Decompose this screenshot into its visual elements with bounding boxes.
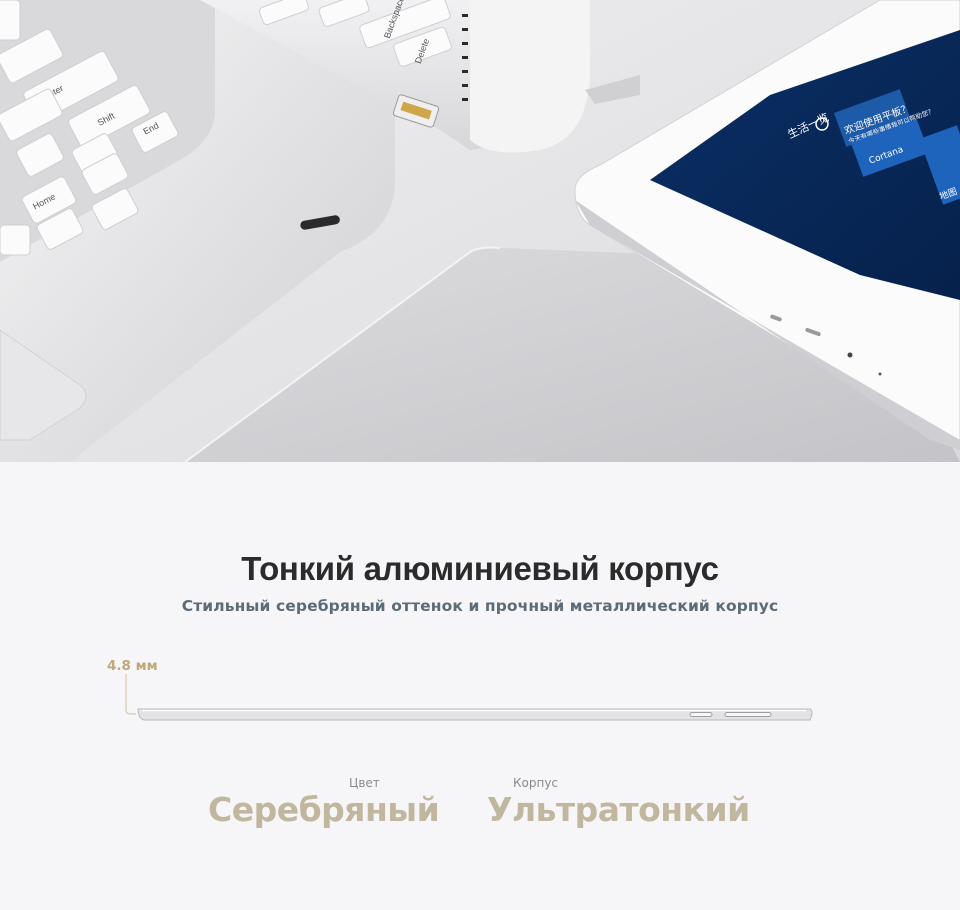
hero-illustration: Enter Shift End Home Backspace Delete 生活… xyxy=(0,0,960,462)
spec-color-label: Цвет xyxy=(349,776,380,790)
thickness-bracket xyxy=(125,674,136,715)
spec-body-value: Ультратонкий xyxy=(487,790,750,829)
feature-subtitle: Стильный серебряный оттенок и прочный ме… xyxy=(181,597,779,615)
thickness-label: 4.8 мм xyxy=(107,658,158,674)
feature-section: Тонкий алюминиевый корпус Стильный сереб… xyxy=(0,462,960,910)
spec-color-value: Серебряный xyxy=(208,790,440,829)
power-button xyxy=(689,712,713,717)
device-side-profile xyxy=(125,674,813,721)
product-hero-image: Enter Shift End Home Backspace Delete 生活… xyxy=(0,0,960,462)
volume-button xyxy=(724,712,772,717)
spec-body-label: Корпус xyxy=(513,776,559,790)
feature-title: Тонкий алюминиевый корпус xyxy=(241,550,719,587)
